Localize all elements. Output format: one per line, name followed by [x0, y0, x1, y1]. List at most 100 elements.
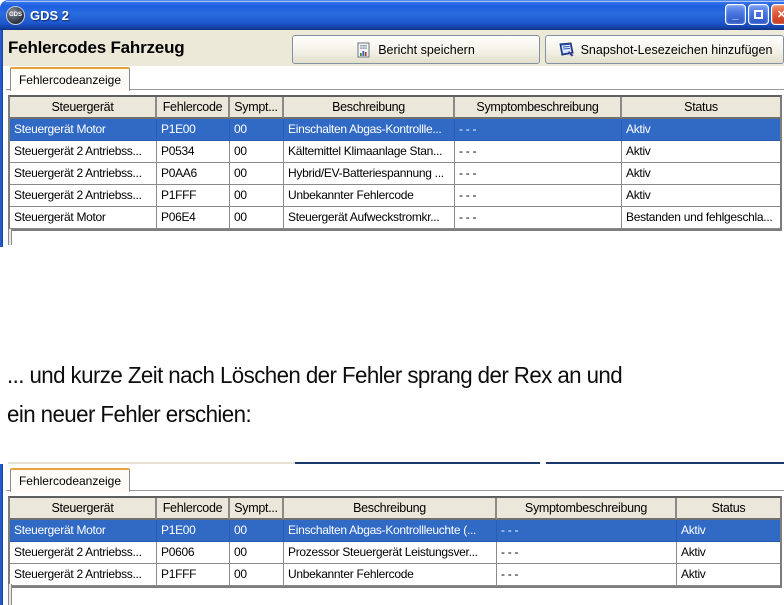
close-button[interactable]: ✕: [771, 4, 784, 25]
column-header[interactable]: Steuergerät: [10, 97, 157, 119]
table-cell: Steuergerät Motor: [10, 119, 157, 141]
crop-edge-beige: [8, 462, 295, 464]
screenshot-root: { "titlebar": { "app_name": "GDS 2" }, "…: [0, 0, 784, 605]
table-cell: - - -: [497, 542, 677, 564]
table-cell: Aktiv: [677, 520, 780, 542]
table-cell: Steuergerät 2 Antriebss...: [10, 163, 157, 185]
forum-note-text: ... und kurze Zeit nach Löschen der Fehl…: [7, 356, 754, 434]
titlebar-buttons: _ ✕: [725, 4, 784, 25]
note-line-1: ... und kurze Zeit nach Löschen der Fehl…: [7, 356, 754, 395]
table-row[interactable]: Steuergerät 2 Antriebss...P053400Kältemi…: [10, 141, 780, 163]
table-cell: Aktiv: [622, 163, 780, 185]
table-cell: 00: [230, 520, 284, 542]
table-row[interactable]: Steuergerät MotorP1E0000Einschalten Abga…: [10, 520, 780, 542]
table-row[interactable]: Steuergerät MotorP06E400Steuergerät Aufw…: [10, 207, 780, 229]
column-header[interactable]: Status: [677, 498, 780, 520]
table-cell: Unbekannter Fehlercode: [284, 564, 497, 586]
table-left-edge: [8, 584, 12, 605]
table-cell: Einschalten Abgas-Kontrollleuchte (...: [284, 520, 497, 542]
table-cell: - - -: [455, 207, 622, 229]
save-report-label: Bericht speichern: [378, 43, 475, 57]
table-cell: P1FFF: [157, 564, 230, 586]
table-header-row: SteuergerätFehlercodeSympt...Beschreibun…: [10, 97, 780, 119]
column-header[interactable]: Beschreibung: [284, 498, 497, 520]
table-cell: Unbekannter Fehlercode: [284, 185, 455, 207]
table-row[interactable]: Steuergerät 2 Antriebss...P1FFF00Unbekan…: [10, 564, 780, 586]
gds2-app-icon-text: GDS: [9, 12, 22, 18]
table-cell: Steuergerät 2 Antriebss...: [10, 185, 157, 207]
table-cell: Hybrid/EV-Batteriespannung ...: [284, 163, 455, 185]
tab-fehlercodeanzeige[interactable]: Fehlercodeanzeige: [10, 67, 130, 91]
gds2-window-top-fragment: GDS GDS 2 _ ✕ Fehlercodes Fahrzeug Beric…: [0, 0, 784, 247]
table-cell: - - -: [455, 185, 622, 207]
table-cell: P1FFF: [157, 185, 230, 207]
maximize-icon: [754, 10, 763, 19]
table-row[interactable]: Steuergerät 2 Antriebss...P060600Prozess…: [10, 542, 780, 564]
table-cell: Prozessor Steuergerät Leistungsver...: [284, 542, 497, 564]
report-document-icon: [357, 42, 371, 58]
page-title: Fehlercodes Fahrzeug: [8, 38, 184, 58]
window-title: GDS 2: [30, 8, 69, 23]
table-cell: - - -: [497, 564, 677, 586]
fault-code-table: SteuergerätFehlercodeSympt...Beschreibun…: [8, 496, 782, 588]
column-header[interactable]: Fehlercode: [157, 97, 230, 119]
column-header[interactable]: Symptombeschreibung: [455, 97, 622, 119]
table-cell: Aktiv: [677, 542, 780, 564]
fault-code-table: SteuergerätFehlercodeSympt...Beschreibun…: [8, 95, 782, 231]
table-cell: - - -: [455, 141, 622, 163]
window-left-border: [0, 464, 3, 605]
column-header[interactable]: Sympt...: [230, 498, 284, 520]
tab-fehlercodeanzeige[interactable]: Fehlercodeanzeige: [10, 468, 130, 492]
gds2-app-icon: GDS: [6, 6, 25, 25]
minimize-button[interactable]: _: [725, 4, 746, 25]
table-cell: 00: [230, 119, 284, 141]
column-header[interactable]: Fehlercode: [157, 498, 230, 520]
table-cell: 00: [230, 141, 284, 163]
table-cell: Aktiv: [622, 141, 780, 163]
table-cell: Steuergerät 2 Antriebss...: [10, 542, 157, 564]
table-cell: - - -: [497, 520, 677, 542]
table-cell: Kältemittel Klimaanlage Stan...: [284, 141, 455, 163]
add-snapshot-label: Snapshot-Lesezeichen hinzufügen: [581, 43, 773, 57]
table-cell: Steuergerät Motor: [10, 207, 157, 229]
table-cell: P1E00: [157, 119, 230, 141]
table-cell: Steuergerät Motor: [10, 520, 157, 542]
table-cell: - - -: [455, 119, 622, 141]
table-cell: Einschalten Abgas-Kontrollle...: [284, 119, 455, 141]
gds2-window-bottom-fragment: Fehlercodeanzeige SteuergerätFehlercodeS…: [0, 460, 784, 605]
column-header[interactable]: Status: [622, 97, 780, 119]
table-cell: 00: [230, 163, 284, 185]
table-cell: P06E4: [157, 207, 230, 229]
add-snapshot-bookmark-button[interactable]: Snapshot-Lesezeichen hinzufügen: [545, 35, 784, 64]
column-header[interactable]: Beschreibung: [284, 97, 455, 119]
crop-edge-navy-left: [295, 462, 540, 464]
table-cell: 00: [230, 185, 284, 207]
window-titlebar[interactable]: GDS GDS 2 _ ✕: [0, 0, 784, 30]
table-cell: P0606: [157, 542, 230, 564]
table-cell: Steuergerät Aufweckstromkr...: [284, 207, 455, 229]
column-header[interactable]: Symptombeschreibung: [497, 498, 677, 520]
table-row[interactable]: Steuergerät 2 Antriebss...P1FFF00Unbekan…: [10, 185, 780, 207]
note-line-2: ein neuer Fehler erschien:: [7, 395, 754, 434]
maximize-button[interactable]: [748, 4, 769, 25]
table-cell: 00: [230, 564, 284, 586]
table-header-row: SteuergerätFehlercodeSympt...Beschreibun…: [10, 498, 780, 520]
crop-edge-navy-right: [546, 462, 784, 464]
save-report-button[interactable]: Bericht speichern: [292, 35, 540, 64]
column-header[interactable]: Sympt...: [230, 97, 284, 119]
column-header[interactable]: Steuergerät: [10, 498, 157, 520]
snapshot-bookmark-icon: [557, 42, 574, 57]
table-row[interactable]: Steuergerät MotorP1E0000Einschalten Abga…: [10, 119, 780, 141]
table-cell: Bestanden und fehlgeschla...: [622, 207, 780, 229]
table-cell: 00: [230, 542, 284, 564]
tab-label: Fehlercodeanzeige: [19, 474, 121, 488]
table-cell: - - -: [455, 163, 622, 185]
table-cell: P0AA6: [157, 163, 230, 185]
table-cell: 00: [230, 207, 284, 229]
table-cell: Aktiv: [622, 119, 780, 141]
table-cell: Aktiv: [677, 564, 780, 586]
table-row[interactable]: Steuergerät 2 Antriebss...P0AA600Hybrid/…: [10, 163, 780, 185]
table-cell: Aktiv: [622, 185, 780, 207]
table-cell: Steuergerät 2 Antriebss...: [10, 141, 157, 163]
table-cell: Steuergerät 2 Antriebss...: [10, 564, 157, 586]
